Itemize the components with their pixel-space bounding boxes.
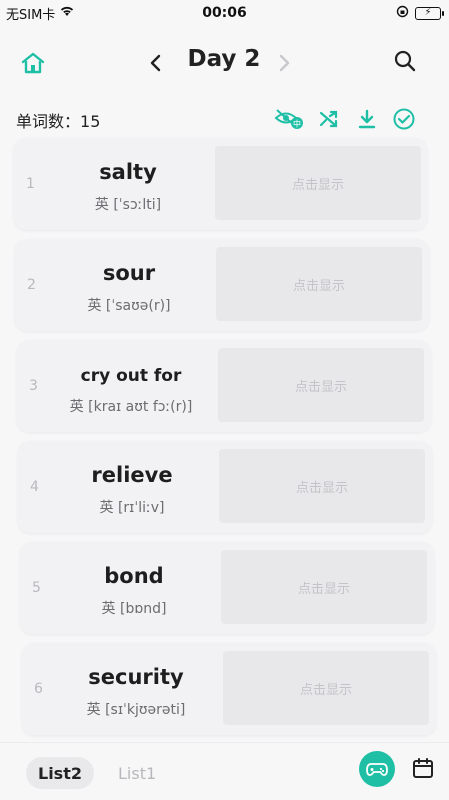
word-text: relieve [91,463,173,487]
page-title: Day 2 [187,46,261,72]
toolbar: 单词数：15 中 [0,104,449,134]
reveal-meaning-button[interactable]: 点击显示 [223,651,429,725]
word-text: salty [99,160,157,184]
word-count: 单词数：15 [16,108,100,132]
word-count-value: 15 [80,112,101,131]
reveal-meaning-button[interactable]: 点击显示 [216,247,422,321]
word-card[interactable]: 6 security 英 [sɪˈkjʊərəti] 点击显示 [22,643,436,735]
word-index: 2 [27,277,36,293]
status-bar: 无SIM卡 00:06 ⚡ [0,0,449,26]
word-card[interactable]: 1 salty 英 [ˈsɔːlti] 点击显示 [14,138,427,230]
charging-bolt-icon: ⚡ [424,7,432,18]
word-phonetic: 英 [kraɪ aʊt fɔː(r)] [69,399,193,415]
nav-bar: Day 2 [0,36,449,88]
word-phonetic: 英 [bɒnd] [101,601,167,617]
word-card[interactable]: 5 bond 英 [bɒnd] 点击显示 [20,542,434,634]
search-icon[interactable] [390,46,420,76]
reveal-meaning-button[interactable]: 点击显示 [219,449,425,523]
check-circle-icon[interactable] [391,106,417,132]
shuffle-icon[interactable] [316,106,342,132]
word-index: 4 [30,479,39,495]
battery-icon: ⚡ [415,6,444,20]
word-phonetic: 英 [ˈsɔːlti] [94,197,162,213]
status-left: 无SIM卡 [6,4,75,23]
word-card[interactable]: 2 sour 英 [ˈsaʊə(r)] 点击显示 [15,239,429,331]
reveal-meaning-button[interactable]: 点击显示 [215,146,421,220]
word-count-label: 单词数： [16,112,81,131]
svg-text:中: 中 [293,119,301,129]
word-phonetic: 英 [rɪˈliːv] [99,500,165,516]
reveal-meaning-button[interactable]: 点击显示 [221,550,427,624]
word-phonetic: 英 [sɪˈkjʊərəti] [86,702,186,718]
hide-chinese-icon[interactable]: 中 [274,106,304,132]
word-card[interactable]: 3 cry out for 英 [kraɪ aʊt fɔː(r)] 点击显示 [17,340,431,432]
bottom-bar: List2 List1 [0,742,449,800]
word-card[interactable]: 4 relieve 英 [rɪˈliːv] 点击显示 [18,441,432,533]
download-icon[interactable] [354,106,380,132]
word-text: security [88,665,184,689]
word-text: sour [102,261,156,285]
status-right: ⚡ [396,5,444,22]
word-index: 3 [29,378,38,394]
tab-list1[interactable]: List1 [106,757,168,789]
word-text: bond [104,564,164,588]
chevron-right-icon[interactable] [271,50,297,76]
word-phonetic: 英 [ˈsaʊə(r)] [87,298,171,314]
chevron-left-icon[interactable] [143,50,169,76]
word-text: cry out for [80,366,182,386]
gamepad-icon[interactable] [359,751,395,787]
calendar-icon[interactable] [408,753,438,783]
word-index: 6 [34,681,43,697]
word-index: 1 [26,176,35,192]
tab-list2[interactable]: List2 [26,757,94,789]
carrier-label: 无SIM卡 [6,7,56,23]
word-index: 5 [32,580,41,596]
orientation-lock-icon [396,5,409,22]
home-icon[interactable] [18,48,48,78]
wifi-icon [59,5,75,21]
reveal-meaning-button[interactable]: 点击显示 [218,348,424,422]
